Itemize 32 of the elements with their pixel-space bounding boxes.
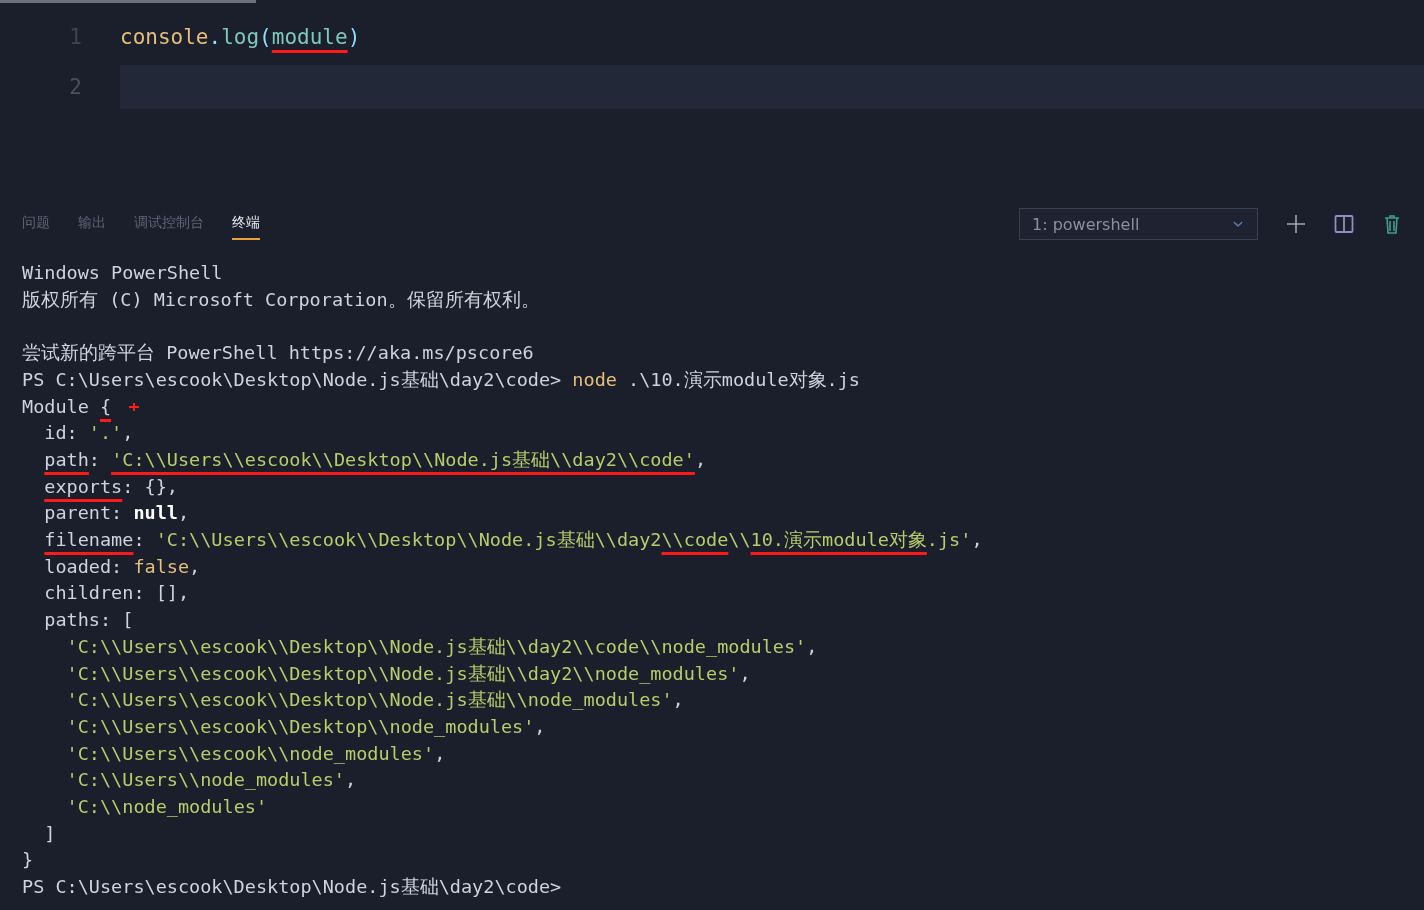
terminal-line: 'C:\\Users\\escook\\node_modules',: [65, 741, 446, 766]
terminal-line: 版权所有 (C) Microsoft Corporation。保留所有权利。: [22, 287, 540, 312]
terminal-line: paths: [: [43, 608, 134, 633]
panel-tab[interactable]: 终端: [232, 208, 260, 240]
panel-tab[interactable]: 问题: [22, 208, 50, 240]
panel-tab[interactable]: 输出: [78, 208, 106, 240]
terminal-line: 尝试新的跨平台 PowerShell https://aka.ms/pscore6: [22, 341, 534, 366]
terminal-line: exports: {},: [43, 474, 178, 499]
terminal-line: children: [],: [43, 581, 190, 606]
terminal-line: parent: null,: [43, 501, 190, 526]
terminal-line: loaded: false,: [43, 554, 201, 579]
terminal-line: }: [22, 848, 34, 873]
terminal-line: PS C:\Users\escook\Desktop\Node.js基础\day2\code> node .\10.演示module对象.js: [22, 367, 860, 392]
code-line: console.log(module): [120, 24, 362, 51]
terminal-line: id: '.',: [43, 421, 134, 446]
terminal-line: 'C:\\Users\\escook\\Desktop\\Node.js基础\\day2\\code\\node_modules',: [65, 634, 818, 659]
terminal-line: path: 'C:\\Users\\escook\\Desktop\\Node.js基础\\day2\\code',: [43, 447, 707, 472]
terminal-line: 'C:\\Users\\escook\\Desktop\\node_modules',: [65, 714, 546, 739]
terminal-line: filename: 'C:\\Users\\escook\\Desktop\\Node.js基础\\day2\\code\\10.演示module对象.js',: [43, 528, 983, 552]
terminal-line: 'C:\\Users\\node_modules',: [65, 768, 357, 793]
terminal-line: 'C:\\Users\\escook\\Desktop\\Node.js基础\\node_modules',: [65, 688, 684, 713]
panel-tab[interactable]: 调试控制台: [134, 208, 204, 240]
terminal-line: PS C:\Users\escook\Desktop\Node.js基础\day2\code>: [22, 875, 562, 900]
plus-icon[interactable]: [1286, 214, 1306, 234]
terminal-select[interactable]: 1: powershell: [1019, 208, 1258, 240]
terminal-line: Module {: [22, 394, 112, 419]
terminal-line: 'C:\\node_modules': [65, 795, 268, 820]
terminal-line: 'C:\\Users\\escook\\Desktop\\Node.js基础\\day2\\node_modules',: [65, 661, 751, 686]
terminal-line: Windows PowerShell: [22, 261, 223, 285]
trash-icon[interactable]: [1382, 214, 1402, 234]
terminal-line: ]: [43, 821, 56, 846]
split-icon[interactable]: [1334, 214, 1354, 234]
